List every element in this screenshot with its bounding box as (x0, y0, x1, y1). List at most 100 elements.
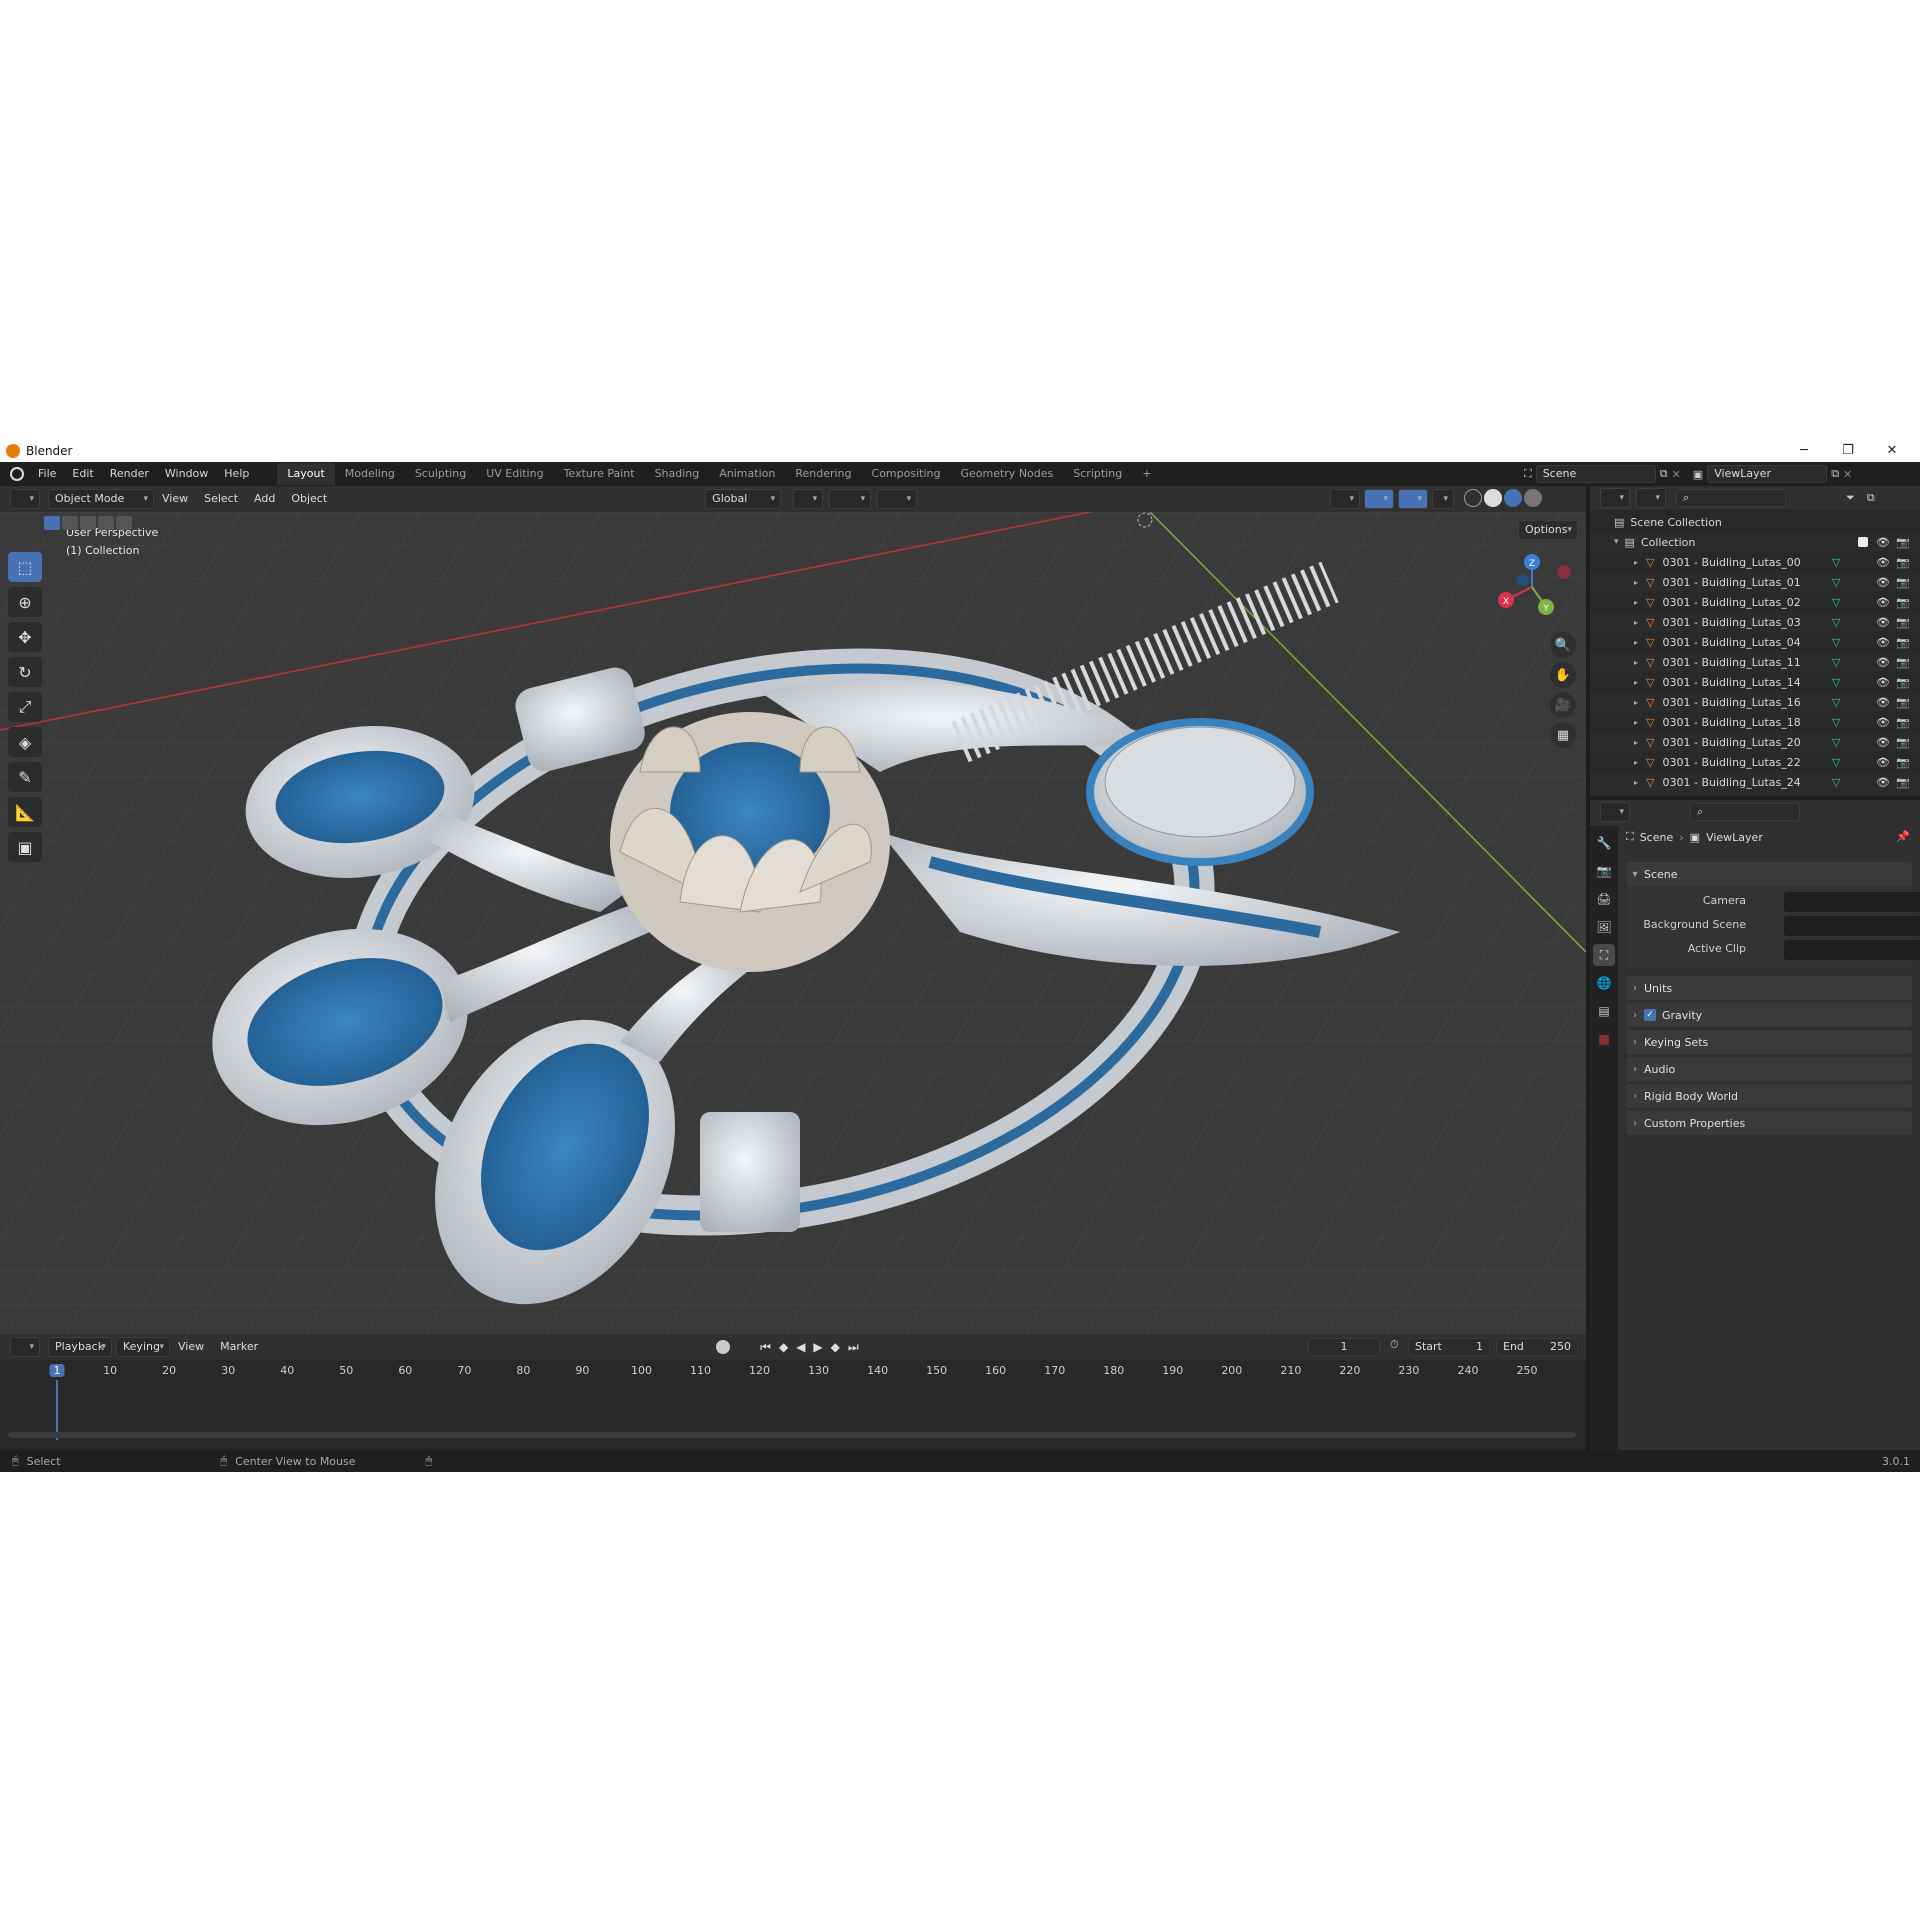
collapsed-panel-header[interactable]: › ✓ Gravity (1626, 1003, 1912, 1027)
menu-help[interactable]: Help (216, 462, 257, 486)
collapse-arrow-icon[interactable]: ▾ (1614, 537, 1619, 547)
viewlayer-selector[interactable]: ViewLayer (1707, 465, 1828, 483)
outliner-editor-type-icon[interactable] (1600, 488, 1630, 508)
outliner-object-row[interactable]: ▸ ▽ 0301 - Buidling_Lutas_03 ▽ 👁 📷 (1590, 612, 1920, 632)
minimize-button[interactable]: ─ (1782, 440, 1826, 462)
mesh-data-icon[interactable]: ▽ (1832, 756, 1840, 769)
display-mode-icon[interactable] (1636, 488, 1666, 508)
mesh-data-icon[interactable]: ▽ (1832, 576, 1840, 589)
expand-arrow-icon[interactable]: ▸ (1634, 578, 1638, 587)
select-new-icon[interactable] (44, 516, 60, 530)
start-frame-field[interactable]: Start 1 (1408, 1338, 1490, 1356)
render-camera-icon[interactable]: 📷 (1896, 756, 1910, 769)
tab-geometry-nodes[interactable]: Geometry Nodes (950, 463, 1063, 485)
xray-icon[interactable] (1432, 489, 1454, 509)
visibility-eye-icon[interactable]: 👁 (1876, 636, 1890, 649)
editor-type-menu[interactable] (10, 489, 40, 509)
record-keyframe-icon[interactable] (716, 1340, 731, 1354)
outliner-object-row[interactable]: ▸ ▽ 0301 - Buidling_Lutas_22 ▽ 👁 📷 (1590, 752, 1920, 772)
mesh-data-icon[interactable]: ▽ (1832, 696, 1840, 709)
outliner-object-row[interactable]: ▸ ▽ 0301 - Buidling_Lutas_18 ▽ 👁 📷 (1590, 712, 1920, 732)
rotate-tool-icon[interactable]: ↻ (8, 657, 42, 687)
render-camera-icon[interactable]: 📷 (1896, 776, 1910, 789)
tab-modeling[interactable]: Modeling (335, 463, 405, 485)
visibility-eye-icon[interactable]: 👁 (1876, 736, 1890, 749)
render-camera-icon[interactable]: 📷 (1896, 616, 1910, 629)
remove-scene-icon[interactable]: ✕ (1672, 468, 1681, 481)
snap-icon[interactable] (829, 489, 872, 509)
render-camera-icon[interactable]: 📷 (1896, 536, 1910, 549)
texture-tab-icon[interactable]: ▩ (1593, 1028, 1615, 1050)
tab-scripting[interactable]: Scripting (1063, 463, 1132, 485)
outliner-object-row[interactable]: ▸ ▽ 0301 - Buidling_Lutas_00 ▽ 👁 📷 (1590, 552, 1920, 572)
render-camera-icon[interactable]: 📷 (1896, 636, 1910, 649)
render-camera-icon[interactable]: 📷 (1896, 656, 1910, 669)
add-workspace-button[interactable]: + (1132, 463, 1161, 485)
mesh-data-icon[interactable]: ▽ (1832, 596, 1840, 609)
render-camera-icon[interactable]: 📷 (1896, 556, 1910, 569)
outliner-object-row[interactable]: ▸ ▽ 0301 - Buidling_Lutas_14 ▽ 👁 📷 (1590, 672, 1920, 692)
expand-arrow-icon[interactable]: ▸ (1634, 658, 1638, 667)
transform-orientation[interactable]: Global (705, 489, 782, 509)
proportional-edit-icon[interactable] (877, 489, 918, 509)
playback-menu[interactable]: Playback (48, 1337, 112, 1357)
collapsed-panel-header[interactable]: › Custom Properties (1626, 1111, 1912, 1135)
background-scene-field[interactable] (1784, 916, 1920, 936)
ortho-grid-icon[interactable]: ▦ (1550, 722, 1576, 748)
exclude-checkbox[interactable] (1858, 537, 1868, 547)
prev-keyframe-icon[interactable]: ◆ (779, 1340, 788, 1355)
mesh-data-icon[interactable]: ▽ (1832, 556, 1840, 569)
next-keyframe-icon[interactable]: ◆ (831, 1340, 840, 1355)
navigation-gizmo[interactable]: Z X Y (1490, 552, 1580, 622)
expand-arrow-icon[interactable]: ▸ (1634, 758, 1638, 767)
view-layer-tab-icon[interactable]: 🖼 (1593, 916, 1615, 938)
outliner-search-input[interactable]: ⌕ (1676, 489, 1786, 507)
jump-end-icon[interactable]: ⏭ (848, 1340, 859, 1355)
close-button[interactable]: ✕ (1870, 440, 1914, 462)
render-camera-icon[interactable]: 📷 (1896, 576, 1910, 589)
new-collection-icon[interactable]: ⧉ (1867, 491, 1875, 505)
collapsed-panel-header[interactable]: › Audio (1626, 1057, 1912, 1081)
outliner-object-row[interactable]: ▸ ▽ 0301 - Buidling_Lutas_24 ▽ 👁 📷 (1590, 772, 1920, 792)
visibility-eye-icon[interactable]: 👁 (1876, 536, 1890, 549)
visibility-eye-icon[interactable]: 👁 (1876, 676, 1890, 689)
tab-layout[interactable]: Layout (277, 463, 335, 485)
expand-arrow-icon[interactable]: ▸ (1634, 618, 1638, 627)
mesh-data-icon[interactable]: ▽ (1832, 656, 1840, 669)
cursor-tool-icon[interactable]: ⊕ (8, 587, 42, 617)
tab-rendering[interactable]: Rendering (785, 463, 861, 485)
menu-add[interactable]: Add (246, 486, 283, 512)
add-cube-tool-icon[interactable]: ▣ (8, 832, 42, 862)
expand-arrow-icon[interactable]: ▸ (1634, 638, 1638, 647)
current-frame-field[interactable]: 1 (1308, 1338, 1380, 1356)
outliner-object-row[interactable]: ▸ ▽ 0301 - Buidling_Lutas_16 ▽ 👁 📷 (1590, 692, 1920, 712)
timeline-editor-type-icon[interactable] (10, 1337, 40, 1357)
world-tab-icon[interactable]: 🌐 (1593, 972, 1615, 994)
menu-file[interactable]: File (30, 462, 64, 486)
tab-animation[interactable]: Animation (709, 463, 785, 485)
visibility-eye-icon[interactable]: 👁 (1876, 596, 1890, 609)
menu-render[interactable]: Render (102, 462, 157, 486)
render-camera-icon[interactable]: 📷 (1896, 736, 1910, 749)
expand-arrow-icon[interactable]: ▸ (1634, 718, 1638, 727)
outliner-object-row[interactable]: ▸ ▽ 0301 - Buidling_Lutas_02 ▽ 👁 📷 (1590, 592, 1920, 612)
collapsed-panel-header[interactable]: › Units (1626, 976, 1912, 1000)
wireframe-shading-icon[interactable] (1464, 489, 1482, 507)
preview-range-icon[interactable]: ⏱ (1390, 1338, 1399, 1352)
expand-arrow-icon[interactable]: ▸ (1634, 678, 1638, 687)
menu-object[interactable]: Object (283, 486, 335, 512)
timeline[interactable]: 1 10 20 30 40 50 60 70 80 90 100 110 120 130 140 150 160… (0, 1360, 1586, 1450)
rendered-shading-icon[interactable] (1524, 489, 1542, 507)
tab-texture-paint[interactable]: Texture Paint (554, 463, 645, 485)
visibility-eye-icon[interactable]: 👁 (1876, 716, 1890, 729)
tab-sculpting[interactable]: Sculpting (405, 463, 476, 485)
expand-arrow-icon[interactable]: ▸ (1634, 698, 1638, 707)
keying-menu[interactable]: Keying (116, 1337, 170, 1357)
options-dropdown[interactable]: Options (1518, 520, 1578, 540)
maximize-button[interactable]: ❐ (1826, 440, 1870, 462)
tab-uv-editing[interactable]: UV Editing (476, 463, 553, 485)
scene-selector[interactable]: Scene (1535, 465, 1656, 483)
measure-tool-icon[interactable]: 📐 (8, 797, 42, 827)
active-clip-field[interactable] (1784, 940, 1920, 960)
menu-edit[interactable]: Edit (64, 462, 101, 486)
